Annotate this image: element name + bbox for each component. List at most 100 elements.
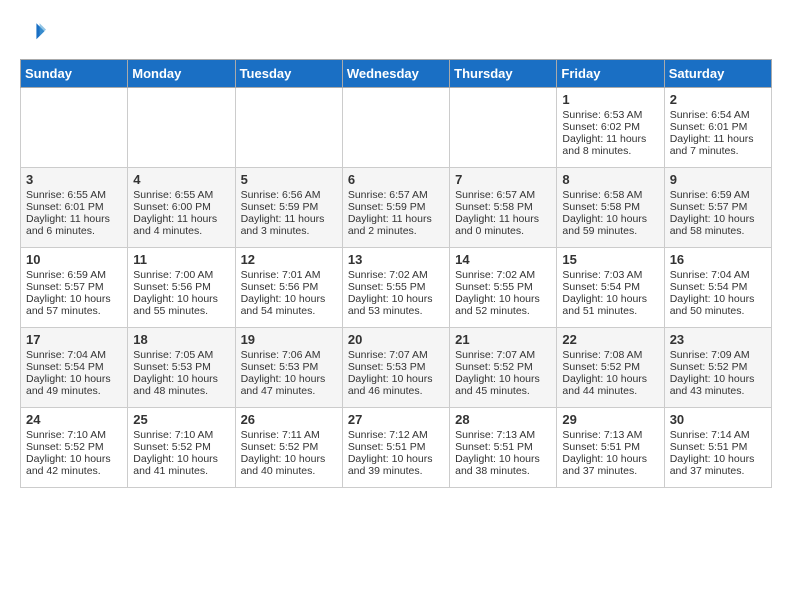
day-number: 3 (26, 172, 122, 187)
cell-content: Sunset: 5:51 PM (348, 441, 444, 453)
calendar-cell: 28Sunrise: 7:13 AMSunset: 5:51 PMDayligh… (450, 408, 557, 488)
cell-content: Sunrise: 7:00 AM (133, 269, 229, 281)
cell-content: Sunset: 5:55 PM (455, 281, 551, 293)
cell-content: Daylight: 10 hours and 59 minutes. (562, 213, 658, 237)
day-number: 20 (348, 332, 444, 347)
cell-content: Daylight: 10 hours and 52 minutes. (455, 293, 551, 317)
calendar-cell: 21Sunrise: 7:07 AMSunset: 5:52 PMDayligh… (450, 328, 557, 408)
cell-content: Sunset: 5:59 PM (241, 201, 337, 213)
day-number: 4 (133, 172, 229, 187)
cell-content: Daylight: 11 hours and 4 minutes. (133, 213, 229, 237)
calendar-header-row: SundayMondayTuesdayWednesdayThursdayFrid… (21, 60, 772, 88)
calendar-cell: 6Sunrise: 6:57 AMSunset: 5:59 PMDaylight… (342, 168, 449, 248)
header (20, 20, 772, 49)
cell-content: Daylight: 10 hours and 41 minutes. (133, 453, 229, 477)
cell-content: Sunset: 5:57 PM (670, 201, 766, 213)
cell-content: Sunrise: 7:13 AM (562, 429, 658, 441)
day-number: 19 (241, 332, 337, 347)
calendar-cell (342, 88, 449, 168)
day-number: 15 (562, 252, 658, 267)
day-header-wednesday: Wednesday (342, 60, 449, 88)
cell-content: Daylight: 10 hours and 42 minutes. (26, 453, 122, 477)
calendar-cell: 29Sunrise: 7:13 AMSunset: 5:51 PMDayligh… (557, 408, 664, 488)
calendar-cell: 8Sunrise: 6:58 AMSunset: 5:58 PMDaylight… (557, 168, 664, 248)
day-number: 1 (562, 92, 658, 107)
calendar-cell: 13Sunrise: 7:02 AMSunset: 5:55 PMDayligh… (342, 248, 449, 328)
calendar-cell: 10Sunrise: 6:59 AMSunset: 5:57 PMDayligh… (21, 248, 128, 328)
cell-content: Sunrise: 7:14 AM (670, 429, 766, 441)
cell-content: Sunrise: 6:53 AM (562, 109, 658, 121)
cell-content: Sunset: 5:52 PM (670, 361, 766, 373)
calendar-cell: 19Sunrise: 7:06 AMSunset: 5:53 PMDayligh… (235, 328, 342, 408)
cell-content: Daylight: 10 hours and 39 minutes. (348, 453, 444, 477)
calendar-cell (21, 88, 128, 168)
day-number: 7 (455, 172, 551, 187)
cell-content: Sunset: 5:51 PM (670, 441, 766, 453)
calendar-cell (128, 88, 235, 168)
cell-content: Daylight: 10 hours and 40 minutes. (241, 453, 337, 477)
cell-content: Daylight: 10 hours and 55 minutes. (133, 293, 229, 317)
cell-content: Sunset: 5:52 PM (26, 441, 122, 453)
calendar-cell: 12Sunrise: 7:01 AMSunset: 5:56 PMDayligh… (235, 248, 342, 328)
day-number: 29 (562, 412, 658, 427)
cell-content: Sunrise: 7:02 AM (455, 269, 551, 281)
day-number: 2 (670, 92, 766, 107)
cell-content: Sunrise: 6:55 AM (133, 189, 229, 201)
cell-content: Daylight: 10 hours and 49 minutes. (26, 373, 122, 397)
cell-content: Sunrise: 6:58 AM (562, 189, 658, 201)
cell-content: Sunset: 5:52 PM (241, 441, 337, 453)
cell-content: Daylight: 10 hours and 48 minutes. (133, 373, 229, 397)
cell-content: Daylight: 10 hours and 50 minutes. (670, 293, 766, 317)
cell-content: Sunrise: 7:04 AM (670, 269, 766, 281)
day-header-friday: Friday (557, 60, 664, 88)
calendar-week-1: 3 Sunrise: 6:55 AM Sunset: 6:01 PM Daylight… (21, 168, 772, 248)
cell-content: Daylight: 11 hours and 8 minutes. (562, 133, 658, 157)
cell-content: Sunrise: 7:10 AM (26, 429, 122, 441)
cell-content: Sunrise: 7:11 AM (241, 429, 337, 441)
day-number: 25 (133, 412, 229, 427)
calendar-cell: 30Sunrise: 7:14 AMSunset: 5:51 PMDayligh… (664, 408, 771, 488)
day-header-thursday: Thursday (450, 60, 557, 88)
cell-content: Sunset: 6:02 PM (562, 121, 658, 133)
calendar-cell: 27Sunrise: 7:12 AMSunset: 5:51 PMDayligh… (342, 408, 449, 488)
day-header-saturday: Saturday (664, 60, 771, 88)
cell-content: Daylight: 10 hours and 47 minutes. (241, 373, 337, 397)
day-number: 13 (348, 252, 444, 267)
day-number: 30 (670, 412, 766, 427)
cell-content: Sunset: 6:01 PM (26, 201, 122, 213)
cell-content: Sunrise: 7:12 AM (348, 429, 444, 441)
cell-content: Sunset: 5:58 PM (562, 201, 658, 213)
calendar-cell: 11Sunrise: 7:00 AMSunset: 5:56 PMDayligh… (128, 248, 235, 328)
day-header-monday: Monday (128, 60, 235, 88)
cell-content: Sunset: 5:52 PM (133, 441, 229, 453)
calendar-cell: 26Sunrise: 7:11 AMSunset: 5:52 PMDayligh… (235, 408, 342, 488)
calendar-cell: 2Sunrise: 6:54 AMSunset: 6:01 PMDaylight… (664, 88, 771, 168)
calendar-cell: 22Sunrise: 7:08 AMSunset: 5:52 PMDayligh… (557, 328, 664, 408)
calendar-week-2: 10 Sunrise: 6:59 AMSunset: 5:57 PM Dayligh… (21, 248, 772, 328)
cell-content: Sunrise: 7:04 AM (26, 349, 122, 361)
cell-content: Daylight: 11 hours and 7 minutes. (670, 133, 766, 157)
cell-content: Sunrise: 7:07 AM (348, 349, 444, 361)
day-number: 6 (348, 172, 444, 187)
calendar-cell: 1 Sunrise: 6:53 AMSunset: 6:02 PMDaylight… (557, 88, 664, 168)
calendar-table: SundayMondayTuesdayWednesdayThursdayFrid… (20, 59, 772, 488)
cell-content: Sunset: 5:57 PM (26, 281, 122, 293)
day-number: 17 (26, 332, 122, 347)
cell-content: Daylight: 11 hours and 2 minutes. (348, 213, 444, 237)
calendar-body: 1Sunrise: 6:53 AMSunset: 6:02 PMDaylight… (21, 88, 772, 488)
cell-content: Sunset: 5:51 PM (455, 441, 551, 453)
cell-content: Sunrise: 6:54 AM (670, 109, 766, 121)
cell-content: Sunset: 5:51 PM (562, 441, 658, 453)
logo-icon (22, 20, 46, 44)
cell-content: Sunrise: 6:59 AM (26, 269, 122, 281)
cell-content: Sunrise: 7:01 AM (241, 269, 337, 281)
cell-content: Sunset: 5:53 PM (241, 361, 337, 373)
cell-content: Daylight: 10 hours and 51 minutes. (562, 293, 658, 317)
calendar-week-4: 24Sunrise: 7:10 AMSunset: 5:52 PMDayligh… (21, 408, 772, 488)
cell-content: Sunrise: 7:07 AM (455, 349, 551, 361)
day-number: 10 (26, 252, 122, 267)
calendar-cell: 9Sunrise: 6:59 AMSunset: 5:57 PMDaylight… (664, 168, 771, 248)
cell-content: Sunrise: 7:03 AM (562, 269, 658, 281)
cell-content: Sunrise: 7:09 AM (670, 349, 766, 361)
day-number: 12 (241, 252, 337, 267)
